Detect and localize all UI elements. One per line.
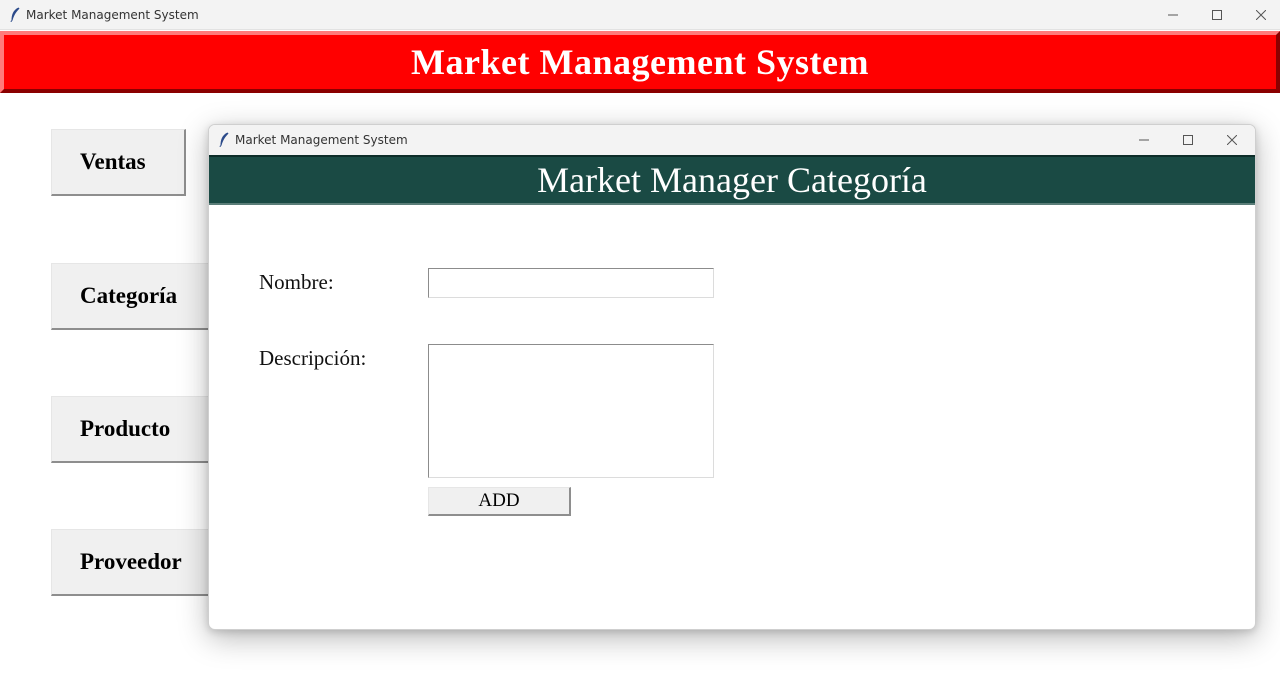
ventas-button[interactable]: Ventas [51,129,186,196]
categoria-button[interactable]: Categoría [51,263,221,330]
window-title: Market Management System [26,8,199,22]
dialog-header: Market Manager Categoría [209,155,1255,205]
dialog-maximize-button[interactable] [1166,125,1210,155]
dialog-minimize-button[interactable] [1122,125,1166,155]
dialog-header-title: Market Manager Categoría [537,160,927,200]
descripcion-textarea[interactable] [428,344,714,478]
minimize-icon [1168,14,1178,16]
dialog-titlebar: Market Management System [209,125,1255,155]
producto-button[interactable]: Producto [51,396,221,463]
proveedor-button[interactable]: Proveedor [51,529,221,596]
add-button[interactable]: ADD [428,487,571,516]
main-header-title: Market Management System [411,42,869,82]
dialog-window-title: Market Management System [235,133,408,147]
descripcion-label: Descripción: [259,346,367,370]
main-titlebar: Market Management System [0,0,1280,30]
dialog-close-button[interactable] [1210,125,1254,155]
close-icon [1227,135,1237,145]
maximize-icon [1212,10,1222,20]
close-icon [1256,10,1266,20]
maximize-icon [1183,135,1193,145]
feather-icon [219,132,229,147]
nombre-input[interactable] [428,268,714,298]
minimize-button[interactable] [1151,0,1195,30]
minimize-icon [1139,139,1149,141]
close-button[interactable] [1239,0,1280,30]
main-header: Market Management System [0,31,1280,93]
feather-icon [10,7,20,22]
categoria-dialog: Market Management System Market Manager … [208,124,1256,630]
nombre-label: Nombre: [259,270,334,294]
maximize-button[interactable] [1195,0,1239,30]
